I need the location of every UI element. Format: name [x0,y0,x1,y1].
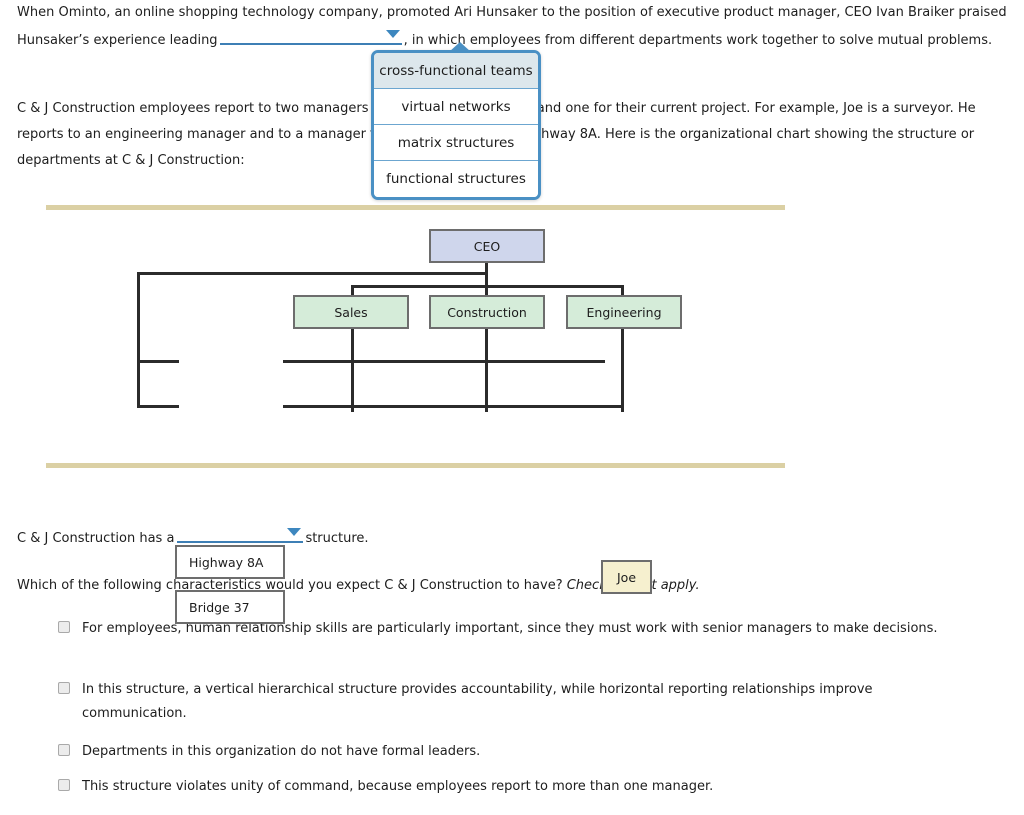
question-prompt-text: Which of the following characteristics w… [17,578,563,593]
connector-ceo-stem [485,263,488,297]
connector-highway-right [283,360,605,363]
structure-dropdown-blank[interactable] [219,26,402,45]
org-node-bridge-37: Bridge 37 [175,590,285,624]
connector-bridge-right [283,405,623,408]
org-node-sales: Sales [293,295,409,329]
org-node-engineering: Engineering [566,295,682,329]
choice-3-label: Departments in this organization do not … [82,744,481,759]
organizational-chart: CEO Sales Construction Engineering Highw… [0,215,1024,624]
paragraph-one: When Ominto, an online shopping technolo… [17,0,1007,54]
org-node-sales-label: Sales [334,304,368,320]
dropdown-pointer-icon [449,42,471,52]
choice-item-2[interactable]: In this structure, a vertical hierarchic… [58,678,958,726]
answer-sentence-before-blank: C & J Construction has a [17,531,175,546]
connector-left-trunk [137,272,140,407]
structure-dropdown-menu[interactable]: cross-functional teams virtual networks … [371,50,541,200]
checkbox-choice-4[interactable] [58,779,70,791]
dropdown-option-cross-functional-teams[interactable]: cross-functional teams [374,53,538,89]
checkbox-choice-1[interactable] [58,621,70,633]
divider-bottom [46,463,785,468]
question-prompt: Which of the following characteristics w… [17,575,700,597]
paragraph-one-after-blank: , in which employees from different depa… [403,33,993,48]
org-node-construction: Construction [429,295,545,329]
org-node-construction-label: Construction [447,304,527,320]
connector-engineering-drop [621,329,624,412]
org-node-highway-8a: Highway 8A [175,545,285,579]
answer-sentence-after-blank: structure. [305,531,369,546]
checkbox-choice-2[interactable] [58,682,70,694]
divider-top [46,205,785,210]
org-node-joe-label: Joe [616,569,637,585]
org-node-bridge-37-label: Bridge 37 [189,599,250,615]
dropdown-option-matrix-structures[interactable]: matrix structures [374,125,538,161]
connector-construction-drop [485,329,488,412]
dropdown-option-functional-structures[interactable]: functional structures [374,161,538,197]
checkbox-choice-3[interactable] [58,744,70,756]
caret-down-icon-secondary[interactable] [287,528,302,536]
connector-dept-bus [351,285,624,288]
org-node-highway-8a-label: Highway 8A [189,554,264,570]
connector-bridge-left [137,405,179,408]
connector-sales-drop [351,329,354,412]
org-node-ceo: CEO [429,229,545,263]
choice-item-3[interactable]: Departments in this organization do not … [58,740,958,764]
org-node-engineering-label: Engineering [586,304,662,320]
connector-highway-left [137,360,179,363]
org-node-joe: Joe [601,560,652,594]
caret-down-icon[interactable] [385,30,400,38]
org-node-ceo-label: CEO [473,238,501,254]
connector-top-bus [137,272,487,275]
choice-2-label: In this structure, a vertical hierarchic… [82,682,873,721]
answer-structure-dropdown-blank[interactable] [177,524,304,543]
choice-4-label: This structure violates unity of command… [82,779,714,794]
dropdown-option-virtual-networks[interactable]: virtual networks [374,89,538,125]
choice-item-4[interactable]: This structure violates unity of command… [58,775,958,799]
